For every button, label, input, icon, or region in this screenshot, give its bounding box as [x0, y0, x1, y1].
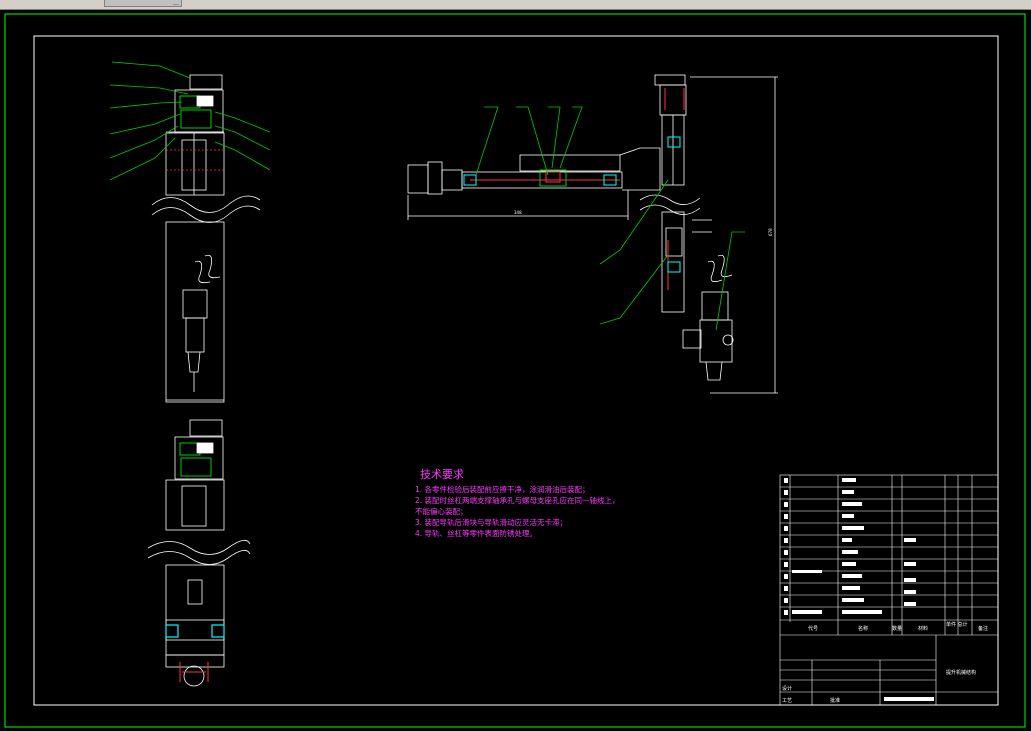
parts-header-weight: 单件 总计 — [946, 621, 968, 628]
arm-red-details — [470, 88, 685, 290]
tech-requirement-1: 1. 各零件检验后装配前应擦干净，涂润滑油后装配； — [415, 484, 590, 494]
bearing-highlights — [165, 624, 225, 638]
dimension-vertical: 678 — [768, 228, 773, 236]
parts-header-material: 材料 — [918, 625, 928, 632]
dimension-horizontal: 348 — [514, 210, 522, 215]
label-process: 工艺 — [782, 698, 792, 704]
front-view-top — [151, 74, 261, 403]
tech-requirement-3: 不能偏心装配； — [415, 506, 468, 516]
tech-requirement-5: 4. 导轨、丝杠等零件表面防锈处理。 — [415, 528, 537, 538]
drawing-title: 提升机械结构 — [946, 669, 976, 676]
arm-assembly-view — [407, 74, 778, 394]
cad-application: … 348 678 技术要求 1. 各零件检验后装配前应擦干净，涂润滑油后装配；… — [0, 0, 1031, 731]
front-view-bottom — [147, 419, 251, 687]
arm-cyan-details — [463, 136, 681, 273]
parts-header-qty: 数量 — [892, 625, 902, 632]
window-tab[interactable]: … — [104, 0, 182, 7]
tech-requirement-4: 3. 装配导轨后滑块与导轨滑动应灵活无卡滞； — [415, 517, 567, 527]
label-design: 设计 — [782, 685, 792, 692]
leader-lines-arm — [475, 106, 745, 331]
drawing-frame — [33, 35, 999, 706]
tech-requirement-2: 2. 装配时丝杠两端支撑轴承孔与螺母支座孔应在同一轴线上， — [415, 495, 620, 505]
window-title-strip: … — [0, 0, 1031, 10]
drawing-canvas[interactable]: 348 678 技术要求 1. 各零件检验后装配前应擦干净，涂润滑油后装配； 2… — [0, 10, 1031, 731]
parts-header-name: 名称 — [858, 625, 868, 632]
parts-header-code: 代号 — [808, 625, 818, 632]
tech-requirements-title: 技术要求 — [420, 468, 464, 481]
parts-header-notes: 备注 — [978, 625, 988, 632]
title-block-fills — [784, 478, 934, 701]
label-approve: 批准 — [830, 697, 840, 704]
